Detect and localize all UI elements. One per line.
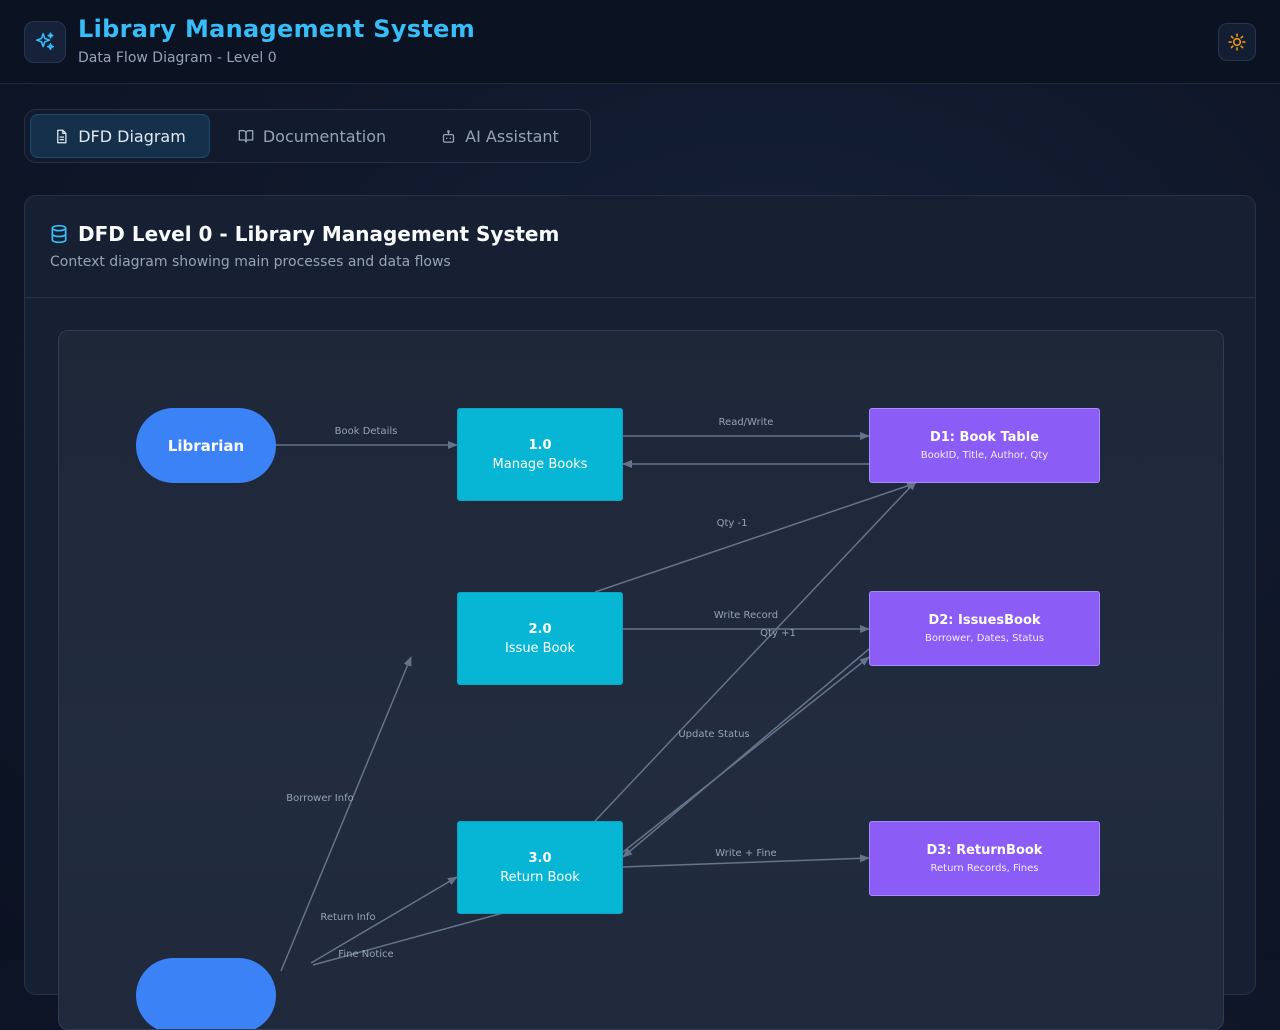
flow-arrow-write-fine [622,854,870,868]
theme-toggle-button[interactable] [1218,23,1256,61]
store-name: D1: Book Table [929,430,1040,445]
view-tabs: DFD Diagram Documentation AI Assistant [24,109,591,163]
app-title: Library Management System [78,15,476,43]
tab-label: AI Assistant [465,126,559,146]
store-fields: Borrower, Dates, Status [924,633,1045,644]
flow-label: Return Info [320,912,376,923]
process-name: Manage Books [492,456,588,472]
card-header: DFD Level 0 - Library Management System … [25,196,1255,298]
flow-label: Fine Notice [338,949,394,960]
app-header: Library Management System Data Flow Diag… [0,0,1280,84]
card-description: Context diagram showing main processes a… [50,254,451,270]
flow-label: Qty -1 [716,518,748,529]
card-title: DFD Level 0 - Library Management System [78,222,560,246]
flow-arrow-qty-minus [594,482,917,593]
flow-label: Qty +1 [760,628,796,639]
store-issues-book[interactable]: D2: IssuesBook Borrower, Dates, Status [869,591,1100,666]
sparkles-icon [35,32,55,51]
flow-label: Book Details [334,426,398,437]
store-name: D3: ReturnBook [926,843,1043,858]
flow-label: Update Status [678,729,750,740]
dfd-canvas: Book Details Read/Write Qty -1 Write Rec… [58,330,1224,1030]
process-issue-book[interactable]: 2.0 Issue Book [457,592,623,685]
dfd-card: DFD Level 0 - Library Management System … [24,195,1256,1030]
store-fields: Return Records, Fines [930,863,1039,874]
document-icon [57,129,67,143]
entity-librarian[interactable]: Librarian [136,408,276,483]
tab-documentation[interactable]: Documentation [222,114,402,158]
process-id: 3.0 [528,850,552,866]
process-id: 2.0 [528,621,552,637]
flow-arrow-borrower-info [280,656,412,972]
store-name: D2: IssuesBook [928,613,1041,628]
app-subtitle: Data Flow Diagram - Level 0 [78,50,277,66]
flow-arrow-status-back [622,656,870,853]
database-icon [51,224,67,244]
entity-partial[interactable] [136,958,276,1029]
flow-label: Write + Fine [715,848,777,859]
process-manage-books[interactable]: 1.0 Manage Books [457,408,623,501]
flow-label: Borrower Info [286,793,354,804]
process-name: Return Book [500,869,580,885]
book-icon [238,130,254,143]
store-fields: BookID, Title, Author, Qty [920,450,1049,461]
bot-icon [443,129,455,143]
app-logo [24,21,66,63]
flow-label: Write Record [713,610,779,621]
store-book-table[interactable]: D1: Book Table BookID, Title, Author, Qt… [869,408,1100,483]
tab-ai-assistant[interactable]: AI Assistant [415,114,585,158]
process-id: 1.0 [528,437,552,453]
store-return-book[interactable]: D3: ReturnBook Return Records, Fines [869,821,1100,896]
tab-label: Documentation [262,126,387,146]
tab-dfd-diagram[interactable]: DFD Diagram [30,114,210,158]
tab-label: DFD Diagram [78,126,186,146]
sun-icon [1228,33,1246,51]
process-return-book[interactable]: 3.0 Return Book [457,821,623,914]
process-name: Issue Book [504,640,576,656]
flow-label: Read/Write [718,417,774,428]
flow-arrow-qty-plus [594,480,917,822]
